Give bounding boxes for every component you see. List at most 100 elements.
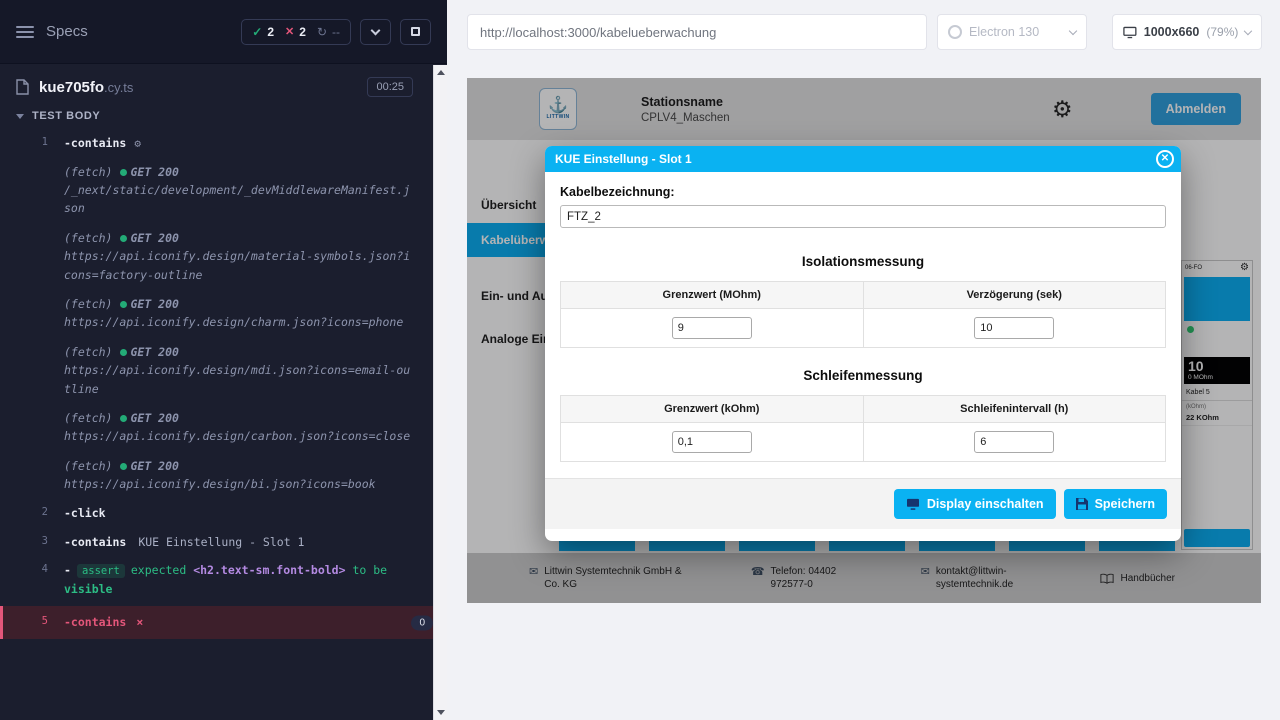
status-dot-icon xyxy=(120,415,127,422)
command-message: KUE Einstellung - Slot 1 xyxy=(138,535,304,549)
test-stats: ✓ 2 ✕ 2 ↻ -- xyxy=(241,19,351,45)
isolation-table: Grenzwert (MOhm) Verzögerung (sek) xyxy=(560,281,1166,348)
command-number: 3 xyxy=(0,533,48,551)
modal-body: Kabelbezeichnung: Isolationsmessung Gren… xyxy=(545,172,1181,462)
fetch-row[interactable]: (fetch) GET 200 https://api.iconify.design… xyxy=(0,227,447,293)
command-log: 1 -contains⚙ (fetch)GET 200/_next/static… xyxy=(0,128,447,639)
column-header: Grenzwert (MOhm) xyxy=(561,282,864,309)
fetch-status: GET 200 xyxy=(130,165,178,179)
cable-name-input[interactable] xyxy=(560,205,1166,228)
stop-icon xyxy=(411,27,420,36)
display-on-button[interactable]: Display einschalten xyxy=(894,489,1056,519)
fetch-tag: (fetch) xyxy=(64,411,112,425)
fetch-row[interactable]: (fetch) GET 200 https://api.iconify.design… xyxy=(0,293,447,341)
fetch-row[interactable]: (fetch)GET 200https://api.iconify.design… xyxy=(0,341,447,407)
specs-menu-icon[interactable] xyxy=(16,26,34,38)
collapse-button[interactable] xyxy=(360,19,391,45)
column-header: Schleifenintervall (h) xyxy=(863,396,1166,423)
cross-icon: ✕ xyxy=(285,25,294,38)
check-icon: ✓ xyxy=(252,25,262,39)
assert-visible: visible xyxy=(64,582,112,596)
loop-interval-input[interactable] xyxy=(974,431,1054,453)
command-name: -contains xyxy=(64,535,126,549)
assert-row[interactable]: 4 -assertexpected <h2.text-sm.font-bold>… xyxy=(0,559,447,600)
status-dot-icon xyxy=(120,349,127,356)
url-input[interactable] xyxy=(467,14,927,50)
fetch-tag: (fetch) xyxy=(64,459,112,473)
modal-header: KUE Einstellung - Slot 1 ✕ xyxy=(545,146,1181,172)
collapse-chevron-icon xyxy=(16,114,24,119)
command-number: 2 xyxy=(0,504,48,522)
pending-stat: ↻ -- xyxy=(317,25,340,39)
fetch-url: https://api.iconify.design/mdi.json?icon… xyxy=(64,363,410,395)
command-row[interactable]: 1 -contains⚙ xyxy=(0,132,447,155)
fetch-tag: (fetch) xyxy=(64,297,112,311)
failed-command-row[interactable]: 5 -contains× 0 xyxy=(0,606,447,638)
assert-badge: assert xyxy=(77,564,125,578)
assert-expected: expected xyxy=(131,563,186,577)
refresh-icon: ↻ xyxy=(317,25,327,39)
browser-select[interactable]: Electron 130 xyxy=(937,14,1087,50)
kue-settings-modal: KUE Einstellung - Slot 1 ✕ Kabelbezeichn… xyxy=(545,146,1181,541)
fetch-status: GET 200 xyxy=(130,231,178,245)
loop-limit-input[interactable] xyxy=(672,431,752,453)
spec-row[interactable]: kue705fo.cy.ts 00:25 xyxy=(0,64,447,106)
suite-title: TEST BODY xyxy=(32,110,100,122)
electron-icon xyxy=(948,25,962,39)
fetch-status: GET 200 xyxy=(130,411,178,425)
fail-x-icon: × xyxy=(136,615,143,629)
cable-name-label: Kabelbezeichnung: xyxy=(560,185,1166,199)
command-name: -click xyxy=(64,506,106,520)
command-number: 5 xyxy=(3,613,48,631)
fetch-url: https://api.iconify.design/charm.json?ic… xyxy=(64,315,403,329)
fetch-url: https://api.iconify.design/carbon.json?i… xyxy=(64,429,410,443)
command-row[interactable]: 2 -click xyxy=(0,502,447,524)
specs-title: Specs xyxy=(46,23,88,40)
modal-footer: Display einschalten Speichern xyxy=(545,478,1181,529)
loop-table: Grenzwert (kOhm) Schleifenintervall (h) xyxy=(560,395,1166,462)
fetch-row[interactable]: (fetch) GET 200 https://api.iconify.design… xyxy=(0,407,447,455)
fetch-url: https://api.iconify.design/bi.json?icons… xyxy=(64,477,376,491)
app-under-test: ⚓ LITTWIN Stationsname CPLV4_Maschen ⚙ A… xyxy=(467,78,1261,603)
spec-ext: .cy.ts xyxy=(104,80,133,95)
assert-element: <h2.text-sm.font-bold> xyxy=(193,563,345,577)
floppy-icon xyxy=(1076,498,1088,510)
chevron-down-icon xyxy=(1244,27,1252,35)
command-row[interactable]: 3 -contains KUE Einstellung - Slot 1 xyxy=(0,531,447,553)
failed-stat: ✕ 2 xyxy=(285,25,306,39)
chevron-down-icon xyxy=(371,25,381,35)
scroll-down-icon[interactable] xyxy=(437,710,445,715)
failed-count: 2 xyxy=(299,25,306,39)
monitor-icon xyxy=(906,498,920,510)
browser-label: Electron 130 xyxy=(969,25,1039,39)
viewport-zoom: (79%) xyxy=(1206,25,1238,39)
fetch-status: GET 200 xyxy=(130,459,178,473)
viewport-size: 1000x660 xyxy=(1144,25,1200,39)
loop-section-title: Schleifenmessung xyxy=(560,368,1166,383)
reporter-scrollbar[interactable] xyxy=(433,65,447,720)
isolation-delay-input[interactable] xyxy=(974,317,1054,339)
viewport-select[interactable]: 1000x660 (79%) xyxy=(1112,14,1262,50)
command-name: -contains xyxy=(64,136,126,150)
column-header: Grenzwert (kOhm) xyxy=(561,396,864,423)
gear-icon: ⚙ xyxy=(134,137,141,150)
fetch-tag: (fetch) xyxy=(64,231,112,245)
retry-count-badge: 0 xyxy=(411,615,433,630)
fetch-tag: (fetch) xyxy=(64,165,112,179)
command-number: 4 xyxy=(0,561,48,598)
fetch-row[interactable]: (fetch)GET 200/_next/static/development/… xyxy=(0,161,447,227)
fetch-url: https://api.iconify.design/material-symb… xyxy=(64,249,410,281)
monitor-icon xyxy=(1123,26,1137,39)
save-button[interactable]: Speichern xyxy=(1064,489,1167,519)
fetch-row[interactable]: (fetch) GET 200 https://api.iconify.design… xyxy=(0,455,447,503)
isolation-limit-input[interactable] xyxy=(672,317,752,339)
spec-duration-badge: 00:25 xyxy=(367,77,413,97)
spec-name: kue705fo.cy.ts xyxy=(39,79,133,96)
stop-button[interactable] xyxy=(400,19,431,45)
scroll-up-icon[interactable] xyxy=(437,70,445,75)
suite-row[interactable]: TEST BODY xyxy=(0,106,447,128)
status-dot-icon xyxy=(120,301,127,308)
fetch-status: GET 200 xyxy=(130,297,178,311)
close-icon[interactable]: ✕ xyxy=(1156,150,1174,168)
status-dot-icon xyxy=(120,169,127,176)
